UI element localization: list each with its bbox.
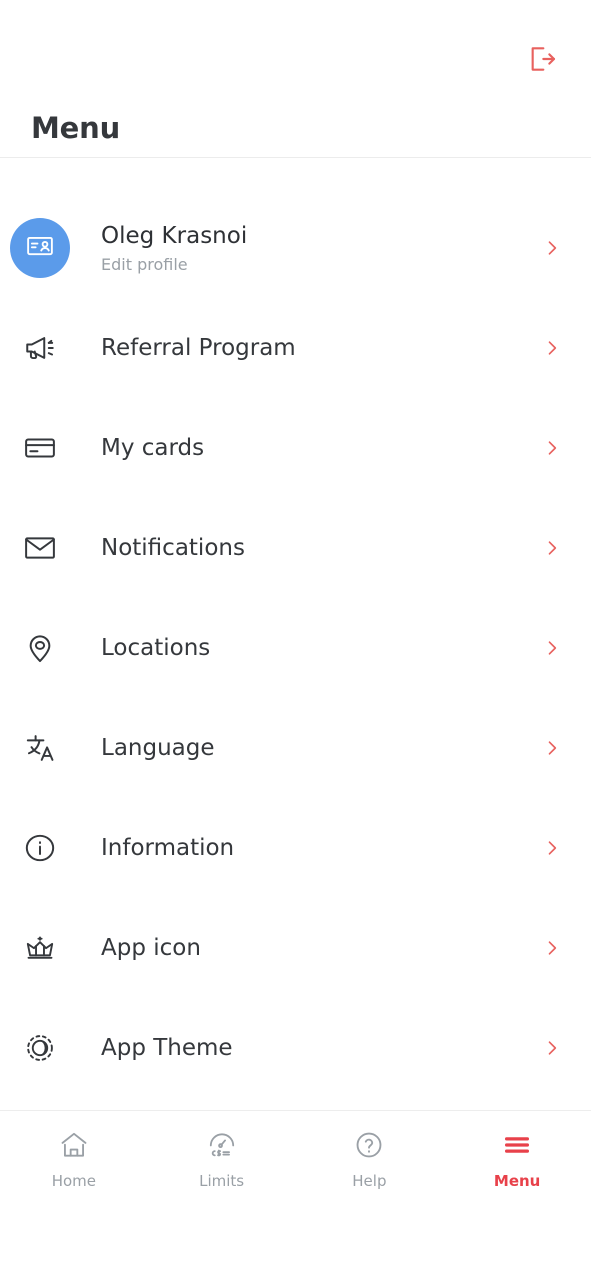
menu-item-app-theme[interactable]: App Theme — [0, 998, 591, 1098]
nav-item-help[interactable]: Help — [296, 1127, 444, 1190]
menu-item-label: My cards — [101, 434, 205, 461]
question-circle-icon — [353, 1127, 385, 1163]
megaphone-icon — [0, 331, 80, 365]
menu-item-text: Language — [80, 734, 537, 763]
nav-item-home[interactable]: Home — [0, 1127, 148, 1190]
app-header: Menu — [0, 0, 591, 158]
avatar-container — [0, 218, 80, 278]
crown-icon — [0, 931, 80, 965]
menu-item-text: Referral Program — [80, 334, 537, 363]
chevron-right-icon[interactable] — [537, 1038, 567, 1058]
chevron-right-icon[interactable] — [537, 938, 567, 958]
theme-contrast-icon — [0, 1031, 80, 1065]
envelope-icon — [0, 531, 80, 565]
menu-item-locations[interactable]: Locations — [0, 598, 591, 698]
logout-icon — [526, 43, 558, 79]
menu-item-text: Locations — [80, 634, 537, 663]
nav-item-label: Help — [352, 1172, 387, 1190]
menu-item-label: App icon — [101, 934, 201, 961]
profile-name: Oleg Krasnoi — [101, 223, 248, 250]
id-card-icon — [25, 231, 55, 265]
menu-item-referral-program[interactable]: Referral Program — [0, 298, 591, 398]
chevron-right-icon[interactable] — [537, 538, 567, 558]
info-circle-icon — [0, 831, 80, 865]
menu-list: Oleg Krasnoi Edit profile Referral Progr… — [0, 158, 591, 1110]
menu-item-text: Notifications — [80, 534, 537, 563]
page-title: Menu — [31, 111, 121, 145]
chevron-right-icon[interactable] — [537, 738, 567, 758]
menu-item-label: Language — [101, 734, 215, 761]
translate-icon — [0, 731, 80, 765]
avatar — [10, 218, 70, 278]
nav-item-limits[interactable]: Limits — [148, 1127, 296, 1190]
menu-item-notifications[interactable]: Notifications — [0, 498, 591, 598]
menu-item-app-icon[interactable]: App icon — [0, 898, 591, 998]
chevron-right-icon[interactable] — [537, 838, 567, 858]
bottom-safe-area — [0, 1222, 591, 1280]
menu-item-language[interactable]: Language — [0, 698, 591, 798]
nav-item-label: Menu — [493, 1172, 541, 1190]
credit-card-icon — [0, 431, 80, 465]
profile-text: Oleg Krasnoi Edit profile — [80, 222, 537, 274]
hamburger-icon — [501, 1127, 533, 1163]
nav-item-label: Home — [51, 1172, 97, 1190]
menu-item-information[interactable]: Information — [0, 798, 591, 898]
menu-item-my-cards[interactable]: My cards — [0, 398, 591, 498]
menu-item-text: My cards — [80, 434, 537, 463]
logout-button[interactable] — [517, 36, 567, 86]
menu-item-text: App icon — [80, 934, 537, 963]
chevron-right-icon[interactable] — [537, 438, 567, 458]
menu-item-label: Information — [101, 834, 235, 861]
menu-item-label: Referral Program — [101, 334, 296, 361]
menu-item-label: Notifications — [101, 534, 245, 561]
chevron-right-icon[interactable] — [537, 338, 567, 358]
menu-item-label: Locations — [101, 634, 211, 661]
menu-item-label: App Theme — [101, 1034, 233, 1061]
map-pin-icon — [0, 631, 80, 665]
home-icon — [58, 1127, 90, 1163]
profile-subtitle: Edit profile — [101, 254, 188, 274]
bottom-navigation: Home Limits Help Menu — [0, 1110, 591, 1222]
profile-row[interactable]: Oleg Krasnoi Edit profile — [0, 198, 591, 298]
nav-item-menu[interactable]: Menu — [443, 1127, 591, 1190]
gauge-currency-icon — [206, 1127, 238, 1163]
chevron-right-icon[interactable] — [537, 638, 567, 658]
menu-item-text: Information — [80, 834, 537, 863]
nav-item-label: Limits — [199, 1172, 245, 1190]
menu-screen: Menu Oleg Krasnoi Edit profile Referral … — [0, 0, 591, 1280]
menu-item-text: App Theme — [80, 1034, 537, 1063]
chevron-right-icon[interactable] — [537, 238, 567, 258]
